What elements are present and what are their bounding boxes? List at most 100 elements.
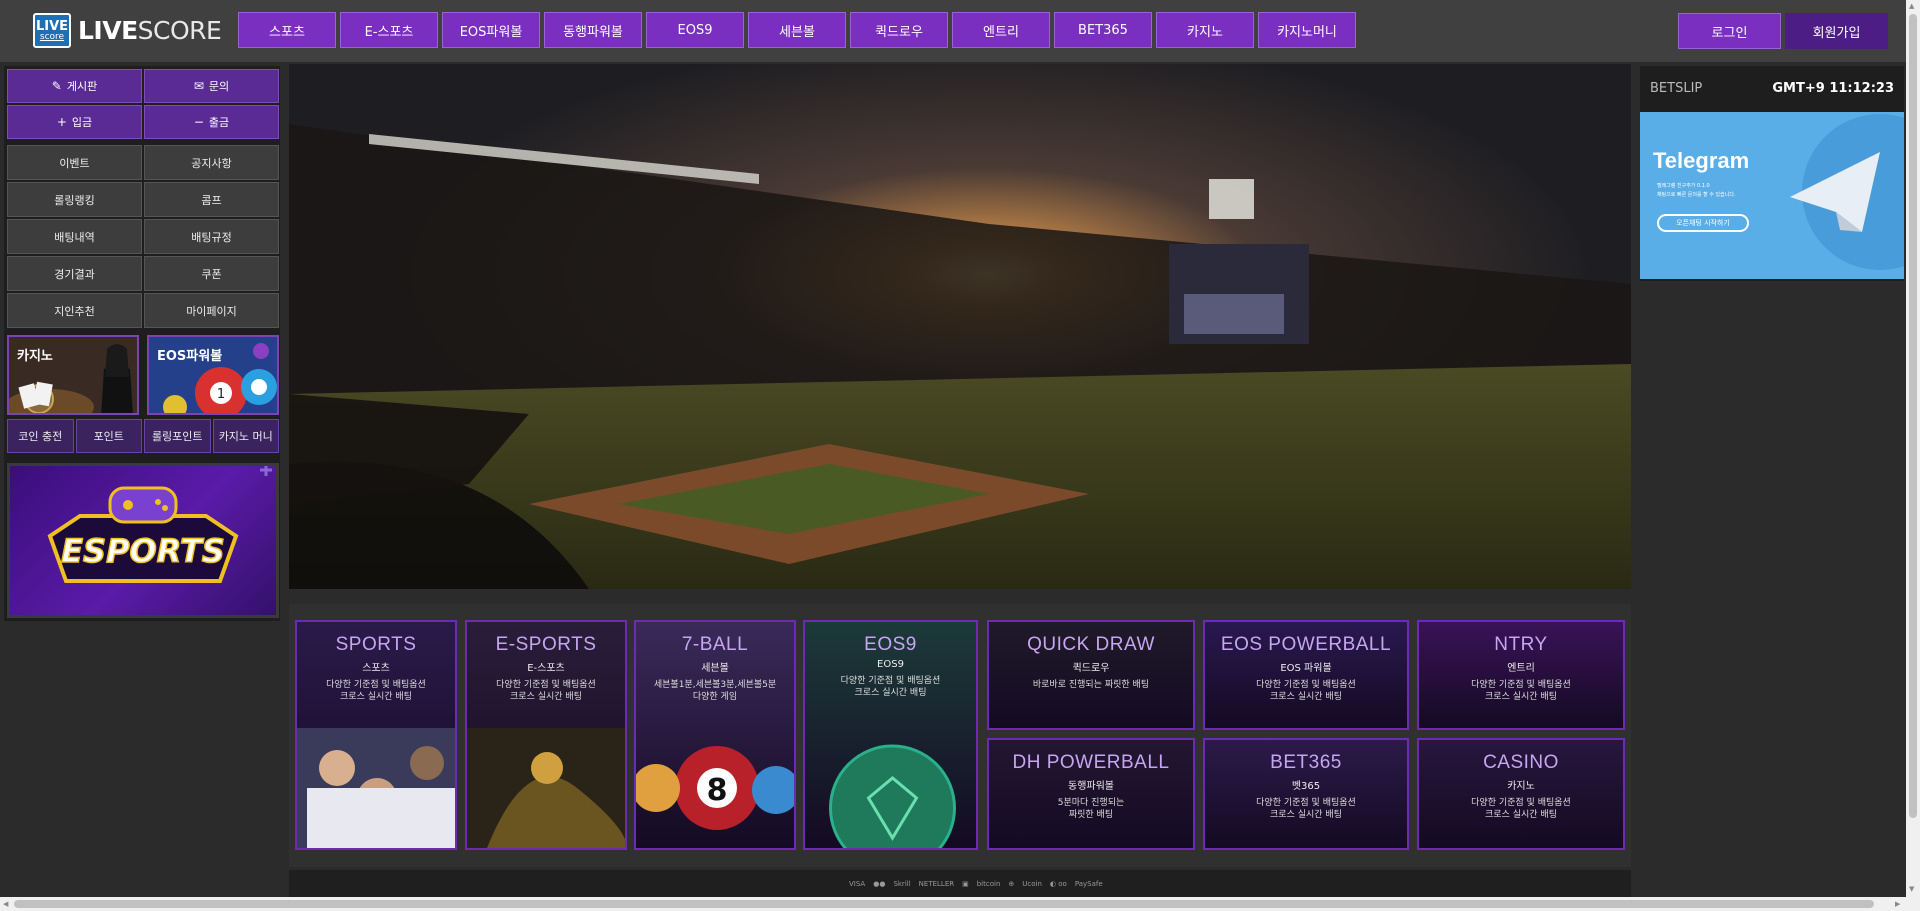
- sidebar-secondary-item[interactable]: 콤프: [144, 182, 279, 217]
- game-card[interactable]: DH POWERBALL 동행파워볼 5분마다 진행되는 짜릿한 배팅: [987, 738, 1195, 850]
- game-card-description: 5분마다 진행되는 짜릿한 배팅: [1057, 798, 1125, 820]
- sidebar-secondary-menu: 이벤트 공지사항 롤링랭킹 콤프 배팅내역 배팅규정 경기결과 쿠폰 지인추천 마이페이지: [7, 145, 279, 328]
- coin-row-item[interactable]: 롤링포인트: [144, 419, 211, 453]
- logo-badge-top: LIVE: [35, 18, 69, 34]
- nav-item[interactable]: 카지노머니: [1258, 12, 1356, 48]
- game-card-title: BET365: [1270, 752, 1342, 773]
- game-card-title: NTRY: [1494, 634, 1548, 655]
- join-button[interactable]: 회원가입: [1785, 13, 1888, 49]
- betslip-label: BETSLIP: [1650, 81, 1703, 96]
- eos-powerball-promo[interactable]: EOS파워볼 1: [147, 335, 279, 415]
- vertical-scrollbar[interactable]: ▲ ▼: [1906, 0, 1920, 911]
- payment-logo: PaySafe: [1074, 880, 1103, 888]
- game-card-description: 다양한 기준점 및 배팅옵션 크로스 실시간 배팅: [326, 680, 426, 702]
- game-card-title: EOS POWERBALL: [1220, 634, 1392, 655]
- sidebar-secondary-item[interactable]: 경기결과: [7, 256, 142, 291]
- sidebar-secondary-item[interactable]: 배팅내역: [7, 219, 142, 254]
- telegram-title: Telegram: [1653, 148, 1750, 173]
- scroll-down-icon[interactable]: ▼: [1909, 885, 1914, 893]
- nav-item[interactable]: BET365: [1054, 12, 1152, 48]
- game-card-art: [829, 744, 956, 848]
- sidebar-secondary-item[interactable]: 쿠폰: [144, 256, 279, 291]
- game-card-title: 7-BALL: [681, 634, 749, 655]
- coin-row-item[interactable]: 코인 충전: [7, 419, 74, 453]
- sidebar-secondary-item[interactable]: 이벤트: [7, 145, 142, 180]
- esports-banner-text: ESPORTS: [61, 532, 225, 570]
- game-card[interactable]: 7-BALL 세븐볼 세븐볼1분,세븐볼3분,세븐볼5분 다양한 게임 8: [634, 620, 796, 850]
- game-card[interactable]: EOS POWERBALL EOS 파워볼다양한 기준점 및 배팅옵션 크로스 실…: [1203, 620, 1409, 730]
- login-button[interactable]: 로그인: [1678, 13, 1781, 49]
- sidebar-primary-item[interactable]: ✉ 문의: [144, 69, 279, 103]
- telegram-line1: 텔레그램 친구추가 0.1.0: [1657, 183, 1710, 189]
- plus-icon: +: [56, 115, 67, 129]
- game-cards-section: SPORTS 스포츠 다양한 기준점 및 배팅옵션 크로스 실시간 배팅 E-SPOR…: [289, 604, 1631, 867]
- payment-logo: ◐ oo: [1049, 880, 1067, 888]
- scroll-left-icon[interactable]: ◀: [3, 900, 8, 908]
- payment-logo: Ucoin: [1022, 880, 1042, 888]
- game-card-art: [297, 728, 455, 848]
- nav-item[interactable]: E-스포츠: [340, 12, 438, 48]
- sidebar-secondary-item[interactable]: 공지사항: [144, 145, 279, 180]
- payment-logo: ▣: [962, 880, 969, 888]
- game-card-subtitle: 퀵드로우: [1072, 663, 1110, 674]
- game-card[interactable]: CASINO 카지노 다양한 기준점 및 배팅옵션 크로스 실시간 배팅: [1417, 738, 1625, 850]
- sidebar-secondary-item[interactable]: 마이페이지: [144, 293, 279, 328]
- right-sidebar: BETSLIP GMT+9 11:12:23 Telegram 텔레그램 친구추…: [1640, 66, 1904, 281]
- game-card-description: 바로바로 진행되는 짜릿한 배팅: [1032, 680, 1150, 690]
- logo-wordmark: LIVESCORE: [78, 16, 222, 45]
- logo-word-bold: LIVE: [78, 16, 138, 45]
- telegram-banner[interactable]: Telegram 텔레그램 친구추가 0.1.0 채팅으로 빠른 문의를 할 수 …: [1640, 112, 1904, 279]
- game-card[interactable]: EOS9 EOS9 다양한 기준점 및 배팅옵션 크로스 실시간 배팅: [803, 620, 978, 850]
- game-card-description: 세븐볼1분,세븐볼3분,세븐볼5분 다양한 게임: [653, 680, 777, 702]
- sidebar-secondary-item[interactable]: 지인추천: [7, 293, 142, 328]
- payment-logo: NETELLER: [918, 880, 955, 888]
- game-card-title: QUICK DRAW: [1027, 634, 1155, 655]
- game-card[interactable]: E-SPORTS E-스포츠 다양한 기준점 및 배팅옵션 크로스 실시간 배팅: [465, 620, 627, 850]
- nav-item[interactable]: EOS파워볼: [442, 12, 540, 48]
- sidebar-secondary-item[interactable]: 롤링랭킹: [7, 182, 142, 217]
- sidebar-primary-item[interactable]: + 입금: [7, 105, 142, 139]
- scroll-up-icon[interactable]: ▲: [1909, 2, 1914, 10]
- payment-logo: Skrill: [893, 880, 911, 888]
- game-card[interactable]: NTRY 엔트리 다양한 기준점 및 배팅옵션 크로스 실시간 배팅: [1417, 620, 1625, 730]
- game-card-description: 다양한 기준점 및 배팅옵션 크로스 실시간 배팅: [1471, 798, 1571, 820]
- site-logo[interactable]: LIVE score LIVESCORE: [33, 13, 222, 48]
- game-card[interactable]: SPORTS 스포츠 다양한 기준점 및 배팅옵션 크로스 실시간 배팅: [295, 620, 457, 850]
- game-card-description: 다양한 기준점 및 배팅옵션 크로스 실시간 배팅: [496, 680, 596, 702]
- payment-logo: VISA: [849, 880, 866, 888]
- game-card-art: [467, 728, 625, 848]
- nav-item[interactable]: 세븐볼: [748, 12, 846, 48]
- sidebar-primary-item[interactable]: − 출금: [144, 105, 279, 139]
- nav-item[interactable]: 동행파워볼: [544, 12, 642, 48]
- coin-row-item[interactable]: 포인트: [75, 419, 142, 453]
- sidebar-item-label: 게시판: [66, 80, 98, 93]
- nav-item[interactable]: 카지노: [1156, 12, 1254, 48]
- auth-buttons: 로그인 회원가입: [1678, 13, 1888, 49]
- vertical-scroll-thumb[interactable]: [1909, 14, 1917, 818]
- horizontal-scroll-thumb[interactable]: [14, 900, 1874, 908]
- coin-row-item[interactable]: 카지노 머니: [212, 419, 279, 453]
- nav-item[interactable]: 스포츠: [238, 12, 336, 48]
- game-card-title: SPORTS: [335, 634, 417, 655]
- eos-promo-label: EOS파워볼: [157, 349, 223, 364]
- esports-banner[interactable]: ESPORTS: [7, 463, 279, 618]
- nav-item[interactable]: EOS9: [646, 12, 744, 48]
- game-card-description: 다양한 기준점 및 배팅옵션 크로스 실시간 배팅: [1256, 680, 1356, 702]
- casino-promo-label: 카지노: [17, 349, 53, 364]
- game-card-title: DH POWERBALL: [1012, 752, 1170, 773]
- casino-promo[interactable]: 카지노: [7, 335, 139, 415]
- sidebar-secondary-item[interactable]: 배팅규정: [144, 219, 279, 254]
- nav-item[interactable]: 엔트리: [952, 12, 1050, 48]
- game-card[interactable]: BET365 벳365 다양한 기준점 및 배팅옵션 크로스 실시간 배팅: [1203, 738, 1409, 850]
- game-card-description: 다양한 기준점 및 배팅옵션 크로스 실시간 배팅: [840, 676, 941, 698]
- game-card-subtitle: EOS 파워볼: [1280, 663, 1332, 674]
- sidebar-primary-item[interactable]: ✎ 게시판: [7, 69, 142, 103]
- game-card-title: E-SPORTS: [495, 634, 597, 655]
- game-card-subtitle: 카지노: [1507, 781, 1535, 792]
- game-card[interactable]: QUICK DRAW 퀵드로우바로바로 진행되는 짜릿한 배팅: [987, 620, 1195, 730]
- scroll-right-icon[interactable]: ▶: [1895, 900, 1900, 908]
- telegram-open-chat-button[interactable]: 오픈채팅 시작하기: [1657, 214, 1749, 232]
- horizontal-scrollbar[interactable]: ◀ ▶: [0, 897, 1906, 911]
- game-card-subtitle: EOS9: [877, 659, 904, 670]
- nav-item[interactable]: 퀵드로우: [850, 12, 948, 48]
